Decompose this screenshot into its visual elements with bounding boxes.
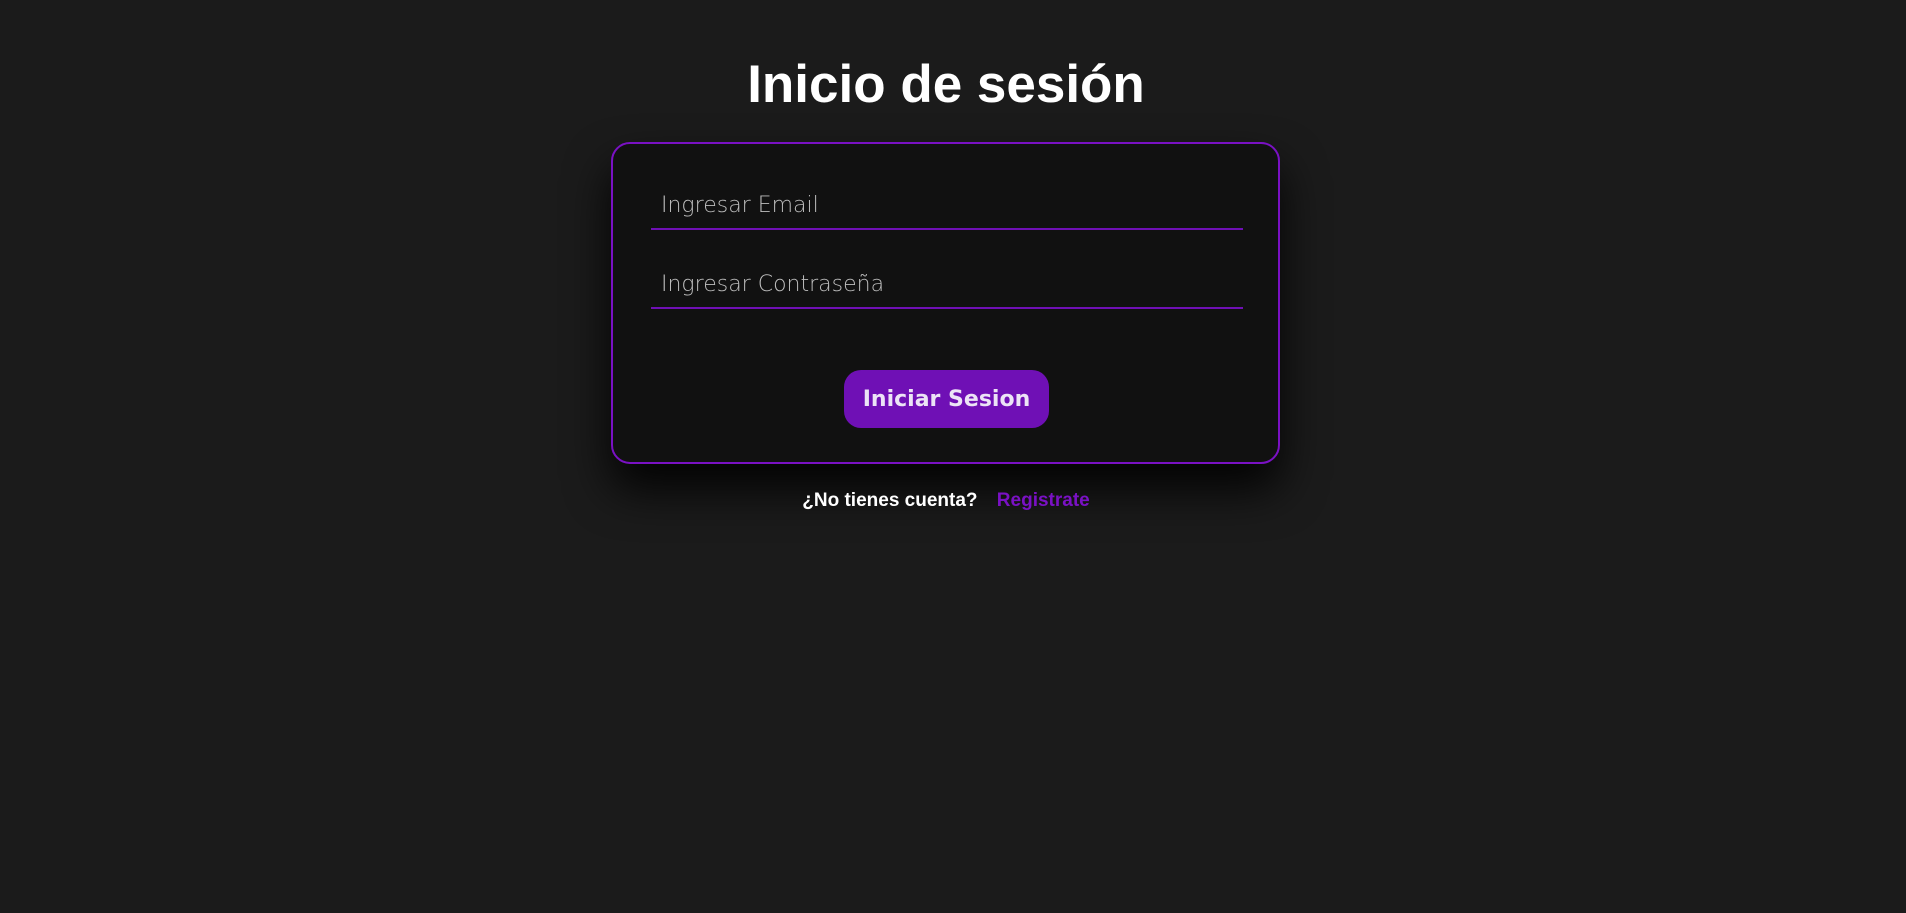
signup-question: ¿No tienes cuenta? xyxy=(802,490,978,511)
page-title: Inicio de sesión xyxy=(747,55,1145,114)
register-link[interactable]: Registrate xyxy=(997,490,1090,511)
login-button[interactable]: Iniciar Sesion xyxy=(844,370,1049,428)
email-input[interactable] xyxy=(651,182,1243,230)
login-card: Iniciar Sesion xyxy=(611,142,1280,464)
signup-prompt: ¿No tienes cuenta? Registrate xyxy=(0,489,1892,513)
password-input[interactable] xyxy=(651,261,1243,309)
